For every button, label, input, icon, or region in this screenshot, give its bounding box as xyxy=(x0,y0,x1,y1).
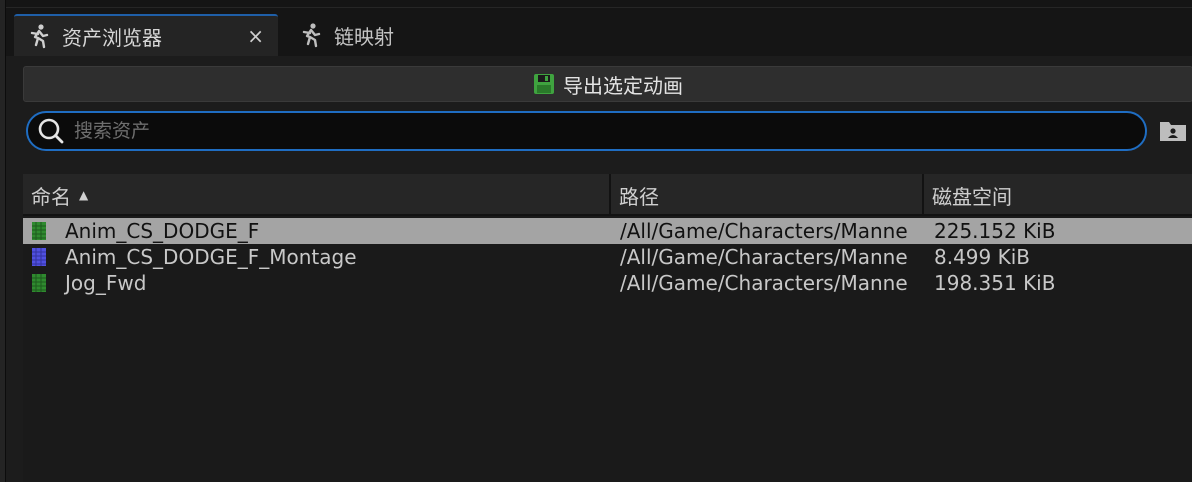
animation-sequence-icon xyxy=(32,222,46,240)
sort-ascending-icon: ▲ xyxy=(79,188,89,202)
save-icon xyxy=(534,74,554,94)
column-header-name[interactable]: 命名 ▲ xyxy=(23,174,611,216)
cell-path: /All/Game/Characters/Manne xyxy=(620,218,918,244)
tab-asset-browser[interactable]: 资产浏览器 × xyxy=(14,14,278,56)
search-icon xyxy=(38,118,64,144)
asset-size: 198.351 KiB xyxy=(934,271,1056,295)
animation-sequence-icon xyxy=(32,274,46,292)
cell-disk-size: 198.351 KiB xyxy=(934,270,1192,296)
cell-disk-size: 225.152 KiB xyxy=(934,218,1192,244)
table-row[interactable]: Anim_CS_DODGE_F /All/Game/Characters/Man… xyxy=(23,218,1192,244)
export-button-label: 导出选定动画 xyxy=(563,73,683,98)
window-top-strip xyxy=(6,0,1192,8)
cell-name: Jog_Fwd xyxy=(31,270,611,296)
table-row[interactable]: Jog_Fwd /All/Game/Characters/Manne 198.3… xyxy=(23,270,1192,296)
asset-table: 命名 ▲ 路径 磁盘空间 Anim_CS_DODGE_F /All/Game/C… xyxy=(23,174,1192,482)
column-label: 命名 xyxy=(31,184,71,209)
asset-path: /All/Game/Characters/Manne xyxy=(620,271,908,295)
column-label: 磁盘空间 xyxy=(932,184,1012,209)
asset-name: Anim_CS_DODGE_F xyxy=(65,219,260,243)
asset-path: /All/Game/Characters/Manne xyxy=(620,219,908,243)
column-header-disk-size[interactable]: 磁盘空间 xyxy=(924,174,1192,216)
asset-name: Jog_Fwd xyxy=(65,271,147,295)
cell-name: Anim_CS_DODGE_F xyxy=(31,218,611,244)
asset-name: Anim_CS_DODGE_F_Montage xyxy=(65,245,357,269)
animation-montage-icon xyxy=(32,248,46,266)
close-icon[interactable]: × xyxy=(247,24,264,48)
running-figure-icon xyxy=(296,20,326,50)
asset-path: /All/Game/Characters/Manne xyxy=(620,245,908,269)
cell-path: /All/Game/Characters/Manne xyxy=(620,270,918,296)
column-header-path[interactable]: 路径 xyxy=(611,174,924,216)
asset-browser-panel: 导出选定动画 命名 ▲ 路径 磁盘空间 xyxy=(6,56,1192,482)
folder-icon[interactable] xyxy=(1158,117,1188,145)
tab-label: 资产浏览器 xyxy=(62,25,162,50)
search-row xyxy=(26,111,1192,151)
running-figure-icon xyxy=(24,21,54,51)
tab-bar: 资产浏览器 × 链映射 xyxy=(6,8,1192,56)
cell-disk-size: 8.499 KiB xyxy=(934,244,1192,270)
tab-chain-mapping[interactable]: 链映射 xyxy=(286,14,446,56)
tab-label: 链映射 xyxy=(334,24,394,49)
table-row[interactable]: Anim_CS_DODGE_F_Montage /All/Game/Charac… xyxy=(23,244,1192,270)
column-label: 路径 xyxy=(619,184,659,209)
cell-name: Anim_CS_DODGE_F_Montage xyxy=(31,244,611,270)
asset-size: 225.152 KiB xyxy=(934,219,1056,243)
search-box[interactable] xyxy=(26,111,1147,151)
asset-size: 8.499 KiB xyxy=(934,245,1031,269)
export-selected-animations-button[interactable]: 导出选定动画 xyxy=(23,66,1192,102)
table-header: 命名 ▲ 路径 磁盘空间 xyxy=(23,174,1192,216)
search-input[interactable] xyxy=(74,120,1145,142)
cell-path: /All/Game/Characters/Manne xyxy=(620,244,918,270)
